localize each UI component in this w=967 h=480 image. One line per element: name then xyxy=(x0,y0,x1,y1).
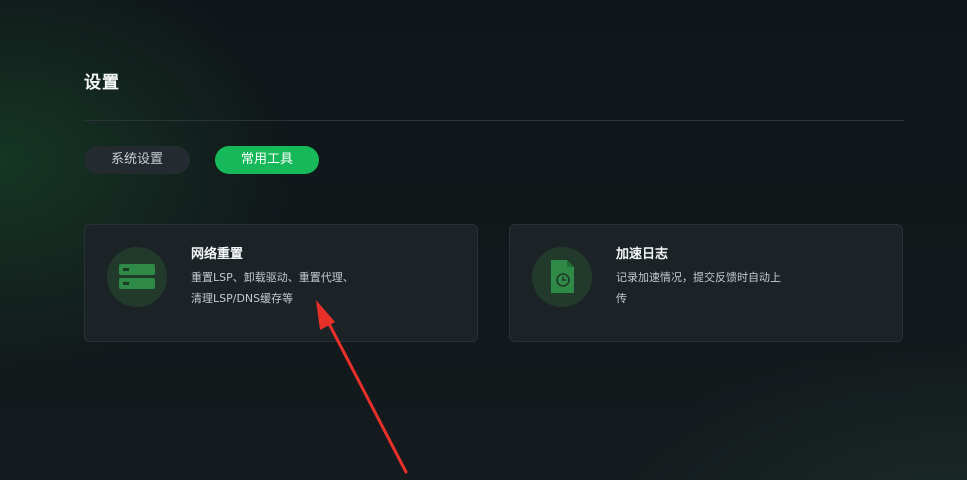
page-title: 设置 xyxy=(84,73,120,93)
network-reset-desc-line: 清理LSP/DNS缓存等 xyxy=(191,292,294,305)
acceleration-log-card[interactable]: 加速日志 记录加速情况，提交反馈时自动上 传 xyxy=(509,224,903,342)
acceleration-log-desc-line: 记录加速情况，提交反馈时自动上 xyxy=(616,271,781,284)
acceleration-log-icon-circle xyxy=(532,247,592,307)
acceleration-log-description: 记录加速情况，提交反馈时自动上 传 xyxy=(616,267,816,309)
network-reset-card[interactable]: 网络重置 重置LSP、卸载驱动、重置代理、 清理LSP/DNS缓存等 xyxy=(84,224,478,342)
server-stack-icon xyxy=(119,264,155,289)
tab-common-tools[interactable]: 常用工具 xyxy=(215,146,319,174)
tab-system-settings[interactable]: 系统设置 xyxy=(84,146,190,174)
network-reset-icon-circle xyxy=(107,247,167,307)
network-reset-desc-line: 重置LSP、卸载驱动、重置代理、 xyxy=(191,271,354,284)
header-divider xyxy=(84,120,904,121)
network-reset-title: 网络重置 xyxy=(191,247,244,262)
network-reset-description: 重置LSP、卸载驱动、重置代理、 清理LSP/DNS缓存等 xyxy=(191,267,391,309)
document-icon xyxy=(551,260,574,293)
acceleration-log-desc-line: 传 xyxy=(616,292,627,305)
acceleration-log-title: 加速日志 xyxy=(616,247,669,262)
